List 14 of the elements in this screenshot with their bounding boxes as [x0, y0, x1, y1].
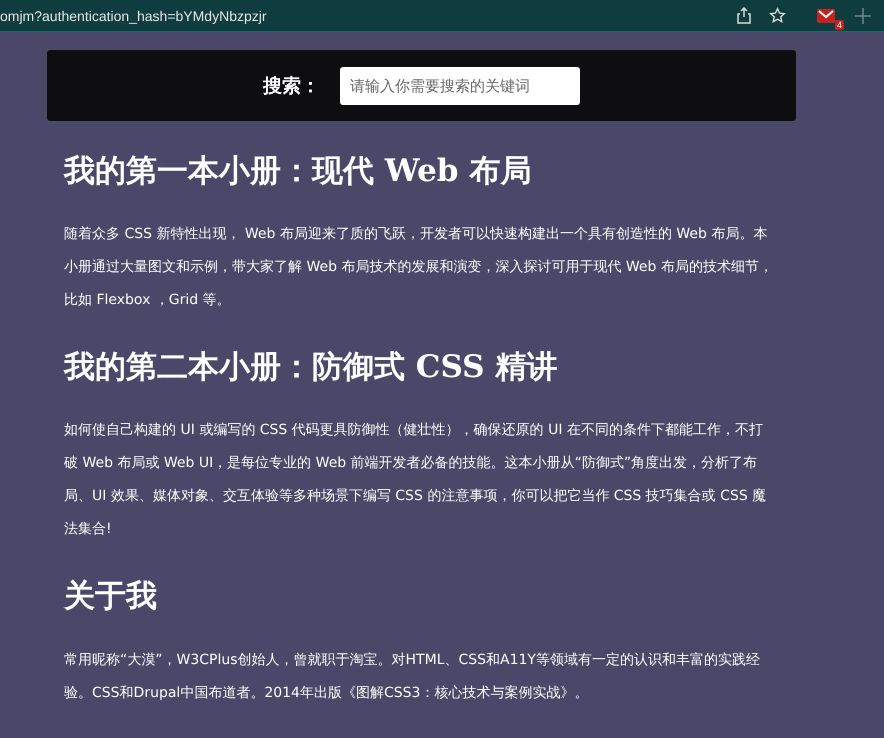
mail-extension-icon[interactable] — [816, 8, 836, 24]
address-bar-url[interactable]: omjm?authentication_hash=bYMdyNbzpzjr — [0, 8, 267, 24]
section-paragraph: 随着众多 CSS 新特性出现， Web 布局迎来了质的飞跃，开发者可以快速构建出一个具有创造性的 Web 布局。本小册通过大量图文和示例，带大家了解 Web 布局技术的发展和演变，深入探讨可用于现代 Web 布局的技术细节，比如 Flexbox ，Grid 等。 — [64, 225, 774, 310]
section-heading: 我的第一本小册：现代 Web 布局 — [64, 153, 532, 190]
notification-badge: 4 — [834, 20, 844, 30]
section-paragraph: 常用昵称“大漠”，W3CPlus创始人，曾就职于淘宝。对HTML、CSS和A11Y等领域有一定的认识和丰富的实践经验。CSS和Drupal中国布道者。2014年出版《图解CSS3：核心技术与案例实战》。 — [64, 650, 761, 703]
search-field[interactable]: 请输入你需要搜索的关键词 — [340, 66, 580, 104]
section-paragraph: 如何使自己构建的 UI 或编写的 CSS 代码更具防御性（健壮性），确保还原的 UI 在不同的条件下都能工作，不打破 Web 布局或 Web UI，是每位专业的 Web 前端开发者必备的技能。这本小册从“防御式”角度出发，分析了布局、UI 效果、媒体对象、交互体验等多种场景下编写 CSS 的注意事项，你可以把它当作 CSS 技巧集合或 CSS 魔法集合! — [64, 421, 768, 540]
search-label: 搜索： — [263, 74, 320, 98]
star-icon[interactable] — [769, 7, 786, 24]
move-icon[interactable] — [854, 6, 872, 24]
section-heading: 关于我 — [64, 578, 158, 616]
share-icon[interactable] — [737, 7, 751, 24]
section-heading: 我的第二本小册：防御式 CSS 精讲 — [64, 349, 558, 386]
